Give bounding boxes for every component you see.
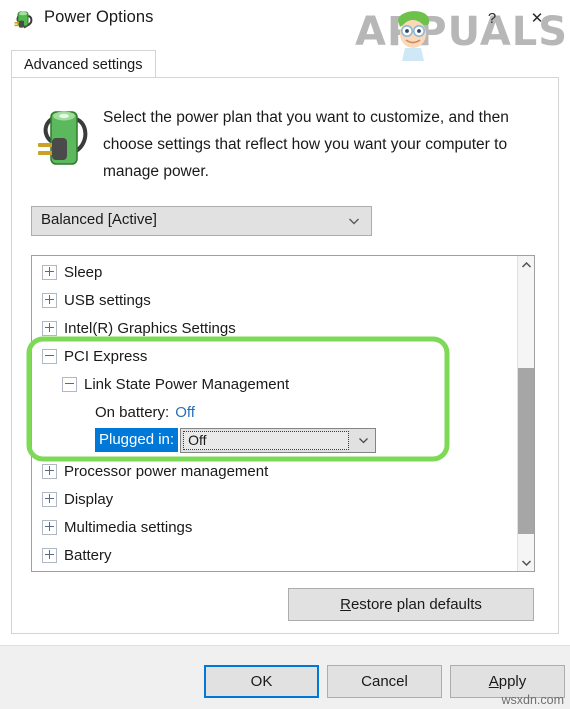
expander-minus-icon[interactable] [42,348,57,364]
cancel-button[interactable]: Cancel [327,665,442,698]
plugged-in-select[interactable]: Off [180,427,377,453]
expander-minus-icon[interactable] [62,376,77,392]
restore-label-rest: estore plan defaults [350,596,482,613]
tree-item-pci-express[interactable]: PCI Express [42,342,147,370]
plugged-in-label: Plugged in: [95,428,179,452]
expander-plus-icon[interactable] [42,292,57,308]
tree-item-label: Intel(R) Graphics Settings [64,319,236,337]
tree-item-sleep[interactable]: Sleep [42,258,102,286]
chevron-down-icon [521,559,531,566]
chevron-down-icon [347,214,361,228]
close-icon: ✕ [530,10,544,27]
apply-button[interactable]: Apply [450,665,565,698]
expander-plus-icon[interactable] [42,519,57,535]
title-bar: Power Options APPUALS ? ✕ [0,0,570,61]
tree-item-usb-settings[interactable]: USB settings [42,286,151,314]
cancel-label: Cancel [361,673,408,690]
tree-item-display[interactable]: Display [42,485,113,513]
tab-advanced-settings[interactable]: Advanced settings [11,50,156,78]
expander-plus-icon[interactable] [42,264,57,280]
expander-plus-icon[interactable] [42,463,57,479]
scroll-up-button[interactable] [518,256,534,273]
tree-item-label: Display [64,490,114,508]
tree-item-link-state-power-management[interactable]: Link State Power Management [62,370,289,398]
expander-plus-icon[interactable] [42,491,57,507]
apply-accel-letter: A [488,673,499,690]
tree-item-battery[interactable]: Battery [42,541,112,569]
on-battery-label: On battery: [95,403,170,421]
power-plan-select[interactable]: Balanced [Active] [31,206,372,236]
tree-item-label: Battery [64,546,112,564]
battery-plug-icon [11,7,37,33]
window-title: Power Options [44,8,154,26]
expander-plus-icon[interactable] [42,547,57,563]
tab-strip: Advanced settings [11,50,560,79]
tree-item-label: Multimedia settings [64,518,193,536]
scroll-down-button[interactable] [518,554,534,571]
tree-item-processor-power-management[interactable]: Processor power management [42,457,268,485]
tree-item-label: USB settings [64,291,151,309]
restore-accel-letter: R [340,596,351,613]
expander-plus-icon[interactable] [42,320,57,336]
power-options-window: Power Options APPUALS ? ✕ Advanced setti… [0,0,570,709]
settings-tree: Sleep USB settings Intel(R) Graphics Set… [32,256,517,571]
tree-item-intel-graphics-settings[interactable]: Intel(R) Graphics Settings [42,314,236,342]
tree-item-on-battery[interactable]: On battery: Off [95,398,195,426]
help-button[interactable]: ? [470,0,514,36]
battery-plug-large-icon [34,103,96,173]
close-button[interactable]: ✕ [515,0,559,36]
tab-label: Advanced settings [24,56,143,73]
ok-button[interactable]: OK [204,665,319,698]
list-scrollbar[interactable] [517,256,534,571]
ok-label: OK [250,673,273,690]
tree-item-plugged-in[interactable]: Plugged in: Off [95,426,377,454]
tree-item-label: Processor power management [64,462,269,480]
tree-item-multimedia-settings[interactable]: Multimedia settings [42,513,192,541]
apply-label-rest: pply [498,673,527,690]
chevron-down-icon[interactable] [357,434,370,447]
question-mark-icon: ? [487,9,497,27]
on-battery-value[interactable]: Off [175,404,195,421]
tree-item-label: Sleep [64,263,103,281]
tree-item-label: PCI Express [64,347,148,365]
restore-plan-defaults-button[interactable]: Restore plan defaults [288,588,534,621]
chevron-up-icon [521,261,531,268]
power-plan-value: Balanced [Active] [41,211,157,228]
intro-description: Select the power plan that you want to c… [103,109,509,180]
scrollbar-thumb[interactable] [518,368,534,534]
tree-item-label: Link State Power Management [84,375,290,393]
advanced-settings-list[interactable]: Sleep USB settings Intel(R) Graphics Set… [31,255,535,572]
plugged-in-value[interactable]: Off [183,430,350,450]
